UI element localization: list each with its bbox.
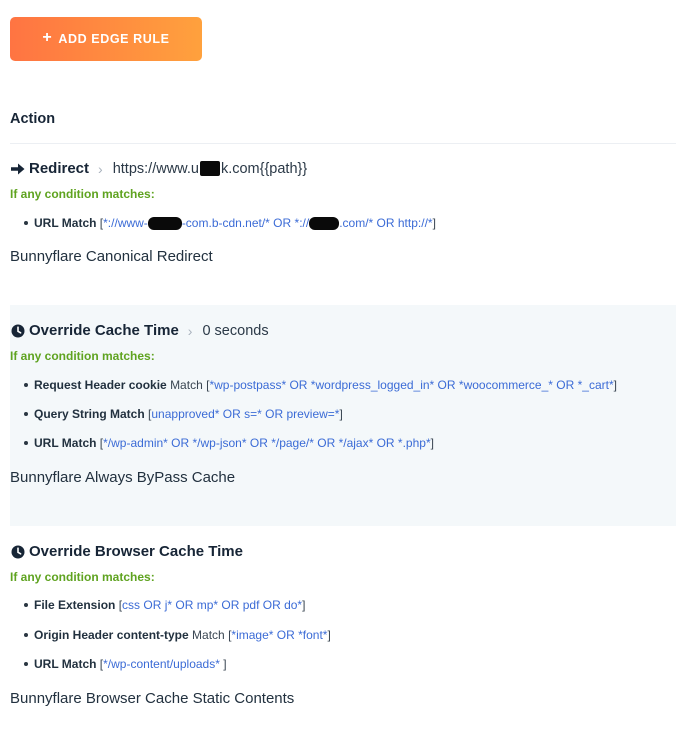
rule-value: https://www.u k.com{{path}} bbox=[112, 160, 308, 177]
edge-rule-redirect[interactable]: Redirect › https://www.u k.com{{path}} If… bbox=[10, 150, 676, 300]
chevron-right-icon: › bbox=[187, 322, 193, 339]
section-divider bbox=[10, 143, 676, 144]
add-edge-rule-label: ADD EDGE RULE bbox=[58, 32, 170, 46]
condition-value: *://www- -com.b-cdn.net/* OR *://.com/* O… bbox=[103, 216, 433, 231]
redacted-block bbox=[147, 217, 182, 231]
condition-value: *wp-postpass* OR *wordpress_logged_in* O… bbox=[209, 378, 614, 392]
arrow-right-icon bbox=[10, 161, 25, 176]
condition-label: If any condition matches: bbox=[10, 570, 155, 584]
condition-value: */wp-admin* OR */wp-json* OR */page/* OR… bbox=[103, 436, 431, 450]
clock-icon bbox=[10, 544, 25, 559]
plus-icon: + bbox=[42, 29, 53, 46]
rule-name: Redirect bbox=[29, 160, 90, 177]
condition-value: *image* OR *font* bbox=[231, 628, 328, 642]
condition-item: URL Match [*/wp-content/uploads* ] bbox=[24, 657, 227, 671]
add-edge-rule-button[interactable]: + ADD EDGE RULE bbox=[10, 17, 202, 61]
condition-label: If any condition matches: bbox=[10, 349, 155, 363]
rule-description: Bunnyflare Canonical Redirect bbox=[10, 248, 213, 265]
condition-key: URL Match bbox=[34, 657, 97, 671]
edge-rule-override-browser-cache-time[interactable]: Override Browser Cache Time If any condi… bbox=[10, 530, 676, 730]
chevron-right-icon: › bbox=[98, 160, 103, 177]
condition-value: css OR j* OR mp* OR pdf OR do* bbox=[122, 598, 303, 612]
condition-value: */wp-content/uploads* bbox=[103, 657, 224, 671]
redacted-block bbox=[199, 161, 220, 177]
rule-description: Bunnyflare Always ByPass Cache bbox=[10, 469, 236, 486]
rule-value: 0 seconds bbox=[202, 322, 269, 339]
rule-header: Override Cache Time › 0 seconds bbox=[10, 322, 269, 339]
condition-item: Request Header cookie Match [*wp-postpas… bbox=[24, 378, 617, 392]
redacted-block bbox=[309, 217, 340, 231]
condition-match: Match bbox=[170, 378, 203, 392]
condition-item: URL Match [*/wp-admin* OR */wp-json* OR … bbox=[24, 436, 434, 450]
condition-item: URL Match [*://www- -com.b-cdn.net/* OR *… bbox=[24, 216, 436, 231]
condition-key: URL Match bbox=[34, 436, 97, 450]
condition-key: Request Header cookie bbox=[34, 378, 167, 392]
edge-rule-override-cache-time[interactable]: Override Cache Time › 0 seconds If any c… bbox=[10, 305, 676, 526]
condition-key: File Extension bbox=[34, 598, 116, 612]
clock-icon bbox=[10, 323, 25, 338]
rule-name: Override Cache Time bbox=[29, 322, 179, 339]
condition-item: File Extension [css OR j* OR mp* OR pdf … bbox=[23, 598, 306, 612]
rule-header: Override Browser Cache Time bbox=[10, 543, 243, 560]
condition-key: Origin Header content-type bbox=[34, 628, 189, 642]
condition-item: Query String Match [unapproved* OR s=* O… bbox=[24, 407, 343, 421]
rule-description: Bunnyflare Browser Cache Static Contents bbox=[10, 690, 295, 707]
section-title: Action bbox=[10, 111, 56, 127]
rule-header: Redirect › https://www.u k.com{{path}} bbox=[10, 160, 307, 177]
condition-item: Origin Header content-type Match [*image… bbox=[24, 628, 331, 642]
condition-key: URL Match bbox=[34, 216, 97, 230]
condition-value: unapproved* OR s=* OR preview=* bbox=[151, 407, 340, 421]
condition-match: Match bbox=[192, 628, 225, 642]
rule-name: Override Browser Cache Time bbox=[29, 543, 243, 560]
condition-label: If any condition matches: bbox=[10, 187, 155, 201]
condition-key: Query String Match bbox=[34, 407, 145, 421]
